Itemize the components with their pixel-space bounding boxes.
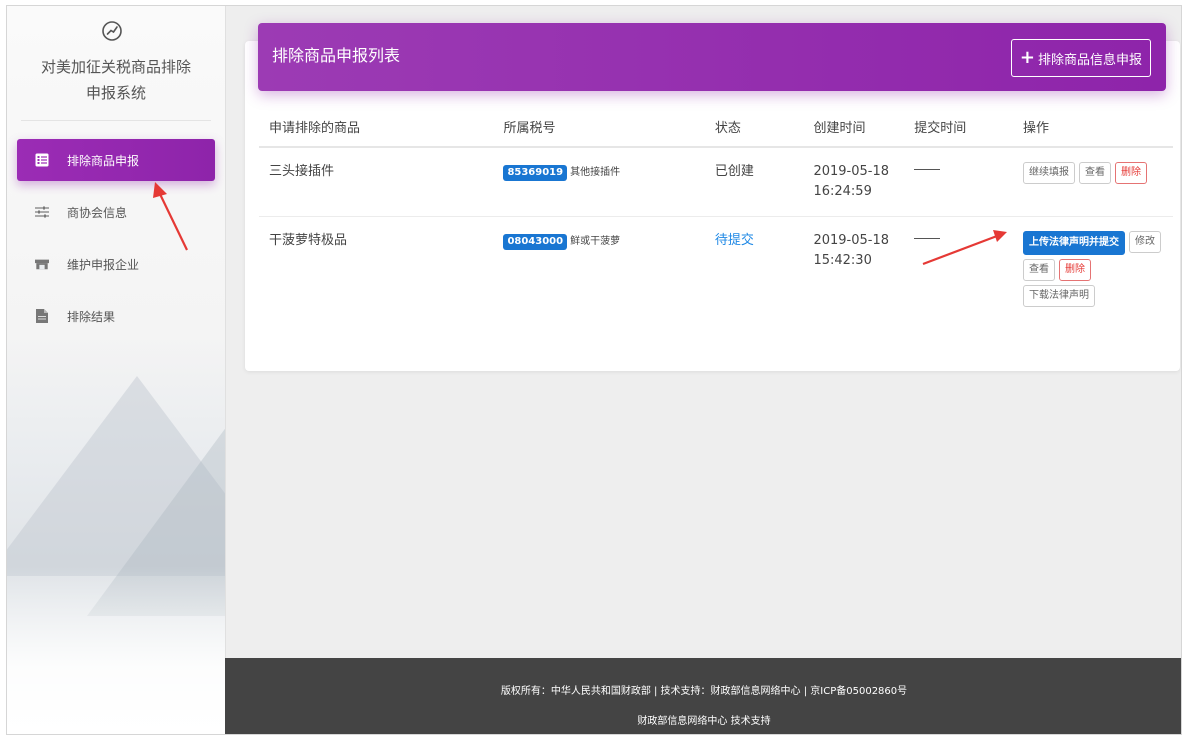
sliders-icon bbox=[35, 205, 49, 219]
created-time: 15:42:30 bbox=[813, 253, 872, 268]
declaration-table: 申请排除的商品 所属税号 状态 创建时间 提交时间 操作 三头接插件 85369… bbox=[259, 104, 1173, 325]
view-button[interactable]: 查看 bbox=[1023, 259, 1055, 281]
sidebar-snow-decoration bbox=[7, 566, 225, 734]
column-header: 状态 bbox=[704, 104, 804, 148]
status-cell: 待提交 bbox=[705, 217, 804, 326]
sidebar-item-exclusion-result[interactable]: 排除结果 bbox=[17, 295, 215, 337]
footer-support: 财政部信息网络中心 技术支持 bbox=[637, 716, 771, 727]
status-cell: 已创建 bbox=[704, 147, 804, 217]
status-link[interactable]: 待提交 bbox=[715, 233, 754, 248]
product-cell: 干菠萝特极品 bbox=[269, 233, 348, 248]
sidebar: 对美加征关税商品排除 申报系统 排除商品申报 商协会信息 维护申报企业 排除结果 bbox=[7, 6, 226, 734]
edit-button[interactable]: 修改 bbox=[1129, 231, 1161, 253]
sidebar-item-label: 排除结果 bbox=[67, 309, 116, 324]
footer: 版权所有：中华人民共和国财政部 | 技术支持：财政部信息网络中心 | 京ICP备… bbox=[225, 658, 1181, 734]
view-button[interactable]: 查看 bbox=[1079, 162, 1111, 184]
document-icon bbox=[35, 309, 49, 323]
brand-title-line1: 对美加征关税商品排除 bbox=[40, 58, 191, 76]
tax-code-badge: 85369019 bbox=[503, 165, 568, 181]
continue-fill-button[interactable]: 继续填报 bbox=[1023, 162, 1075, 184]
delete-button[interactable]: 删除 bbox=[1059, 259, 1091, 281]
submitted-time-cell bbox=[904, 147, 1013, 217]
card-header: 排除商品申报列表 + 排除商品信息申报 bbox=[258, 23, 1166, 91]
brand: 对美加征关税商品排除 申报系统 bbox=[7, 6, 225, 118]
column-header: 提交时间 bbox=[904, 104, 1013, 148]
created-time-cell: 2019-05-18 15:42:30 bbox=[803, 217, 904, 326]
declare-button[interactable]: + 排除商品信息申报 bbox=[1010, 39, 1151, 77]
created-time: 16:24:59 bbox=[813, 184, 872, 199]
sidebar-item-exclusion-declaration[interactable]: 排除商品申报 bbox=[17, 139, 215, 181]
actions-cell: 上传法律声明并提交 修改 查看 删除 下载法律声明 bbox=[1013, 217, 1173, 326]
page-title: 排除商品申报列表 bbox=[272, 46, 401, 65]
sidebar-item-label: 商协会信息 bbox=[67, 205, 128, 220]
column-header: 操作 bbox=[1013, 104, 1173, 148]
brand-divider bbox=[21, 120, 211, 121]
table-header-row: 申请排除的商品 所属税号 状态 创建时间 提交时间 操作 bbox=[259, 104, 1173, 148]
column-header: 所属税号 bbox=[493, 104, 705, 148]
product-cell: 三头接插件 bbox=[259, 147, 494, 217]
tax-description: 其他接插件 bbox=[570, 167, 621, 178]
sidebar-item-label: 排除商品申报 bbox=[67, 153, 140, 168]
tax-code-cell: 85369019 其他接插件 bbox=[493, 147, 705, 217]
annotation-arrow-icon bbox=[922, 230, 1007, 266]
empty-dash bbox=[914, 169, 941, 170]
declare-button-label: 排除商品信息申报 bbox=[1037, 52, 1142, 68]
download-statement-button[interactable]: 下载法律声明 bbox=[1023, 285, 1095, 307]
plus-icon: + bbox=[1019, 47, 1035, 68]
tax-code-badge: 08043000 bbox=[503, 234, 568, 250]
app-window: 对美加征关税商品排除 申报系统 排除商品申报 商协会信息 维护申报企业 排除结果… bbox=[6, 5, 1182, 735]
store-icon bbox=[35, 257, 49, 271]
tax-description: 鲜或干菠萝 bbox=[570, 236, 621, 247]
tax-code-cell: 08043000 鲜或干菠萝 bbox=[493, 217, 704, 326]
delete-button[interactable]: 删除 bbox=[1115, 162, 1147, 184]
brand-title-line2: 申报系统 bbox=[85, 84, 146, 102]
column-header: 创建时间 bbox=[803, 104, 905, 148]
check-circle-icon bbox=[102, 21, 122, 41]
annotation-arrow-icon bbox=[153, 182, 188, 251]
table-row: 干菠萝特极品 08043000 鲜或干菠萝 待提交 2019-05-18 15:4… bbox=[259, 217, 1173, 326]
table-row: 三头接插件 85369019 其他接插件 已创建 2019-05-18 16:24… bbox=[259, 147, 1173, 217]
brand-title: 对美加征关税商品排除 申报系统 bbox=[7, 54, 225, 106]
created-time-cell: 2019-05-18 16:24:59 bbox=[803, 147, 905, 217]
created-date: 2019-05-18 bbox=[813, 233, 890, 248]
sidebar-item-label: 维护申报企业 bbox=[67, 257, 140, 272]
column-header: 申请排除的商品 bbox=[259, 104, 494, 148]
list-icon bbox=[35, 153, 49, 167]
footer-copyright: 版权所有：中华人民共和国财政部 | 技术支持：财政部信息网络中心 | 京ICP备… bbox=[500, 686, 908, 697]
actions-cell: 继续填报 查看 删除 bbox=[1013, 147, 1173, 217]
created-date: 2019-05-18 bbox=[813, 164, 890, 179]
upload-statement-submit-button[interactable]: 上传法律声明并提交 bbox=[1023, 231, 1125, 255]
